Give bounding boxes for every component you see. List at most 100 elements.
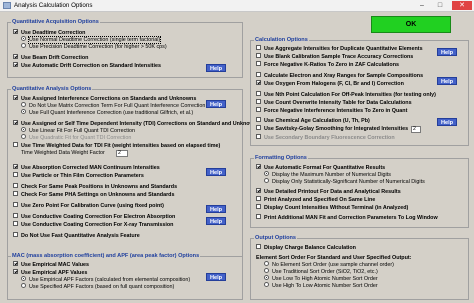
help-button[interactable]: Help — [206, 217, 226, 225]
count-overwrite-checkbox[interactable]: Use Count Overwrite Intensity Table for … — [256, 99, 412, 107]
maximize-button[interactable]: □ — [432, 1, 448, 10]
print-same-line-checkbox[interactable]: Print Analyzed and Specified On Same Lin… — [256, 196, 375, 204]
pha-checkbox[interactable]: Check For Same PHA Settings on Unknowns … — [13, 191, 174, 199]
no-fast-quant-checkbox[interactable]: Do Not Use Fast Quantitative Analysis Fe… — [13, 232, 140, 240]
beam-drift-checkbox[interactable]: Use Beam Drift Correction — [13, 54, 89, 62]
tdi-quadratic-label: Use Quadratic Fit for Quant TDI Correcti… — [29, 135, 132, 141]
blank-correction-checkbox[interactable]: Use Blank Calibration Sample Trace Accur… — [256, 53, 413, 61]
assigned-tdi-checkbox[interactable]: Use Assigned or Self Time Dependent Inte… — [13, 120, 261, 128]
help-button[interactable]: Help — [206, 273, 226, 281]
force-negative-interference-checkbox[interactable]: Force Negative Interference Intensities … — [256, 107, 407, 115]
tdi-weighted-checkbox[interactable]: Use Time Weighted Data for TDI Fit (weig… — [13, 142, 220, 150]
radio-icon — [21, 43, 26, 49]
auto-format-checkbox[interactable]: Use Automatic Format For Quantitative Re… — [256, 164, 385, 172]
display-count-intensities-checkbox[interactable]: Display Count Intensities Without Termin… — [256, 204, 408, 212]
assigned-interference-checkbox[interactable]: Use Assigned Interference Corrections on… — [13, 95, 196, 103]
checkbox-icon — [13, 62, 18, 68]
display-max-digits-radio[interactable]: Display the Maximum Number of Numerical … — [264, 171, 391, 179]
detailed-printout-checkbox[interactable]: Use Detailed Printout For Data and Analy… — [256, 188, 401, 196]
tdi-linear-radio[interactable]: Use Linear Fit For Full Quant TDI Correc… — [21, 127, 135, 135]
nth-point-checkbox[interactable]: Use Nth Point Calculation For Off-Peak I… — [256, 91, 436, 99]
tdi-quadratic-radio[interactable]: Use Quadratic Fit for Quant TDI Correcti… — [21, 134, 132, 142]
checkbox-icon — [13, 191, 18, 197]
count-overwrite-label: Use Count Overwrite Intensity Table for … — [264, 100, 412, 106]
no-fast-quant-label: Do Not Use Fast Quantitative Analysis Fe… — [21, 233, 140, 239]
radio-icon — [21, 102, 26, 108]
checkbox-icon — [13, 269, 18, 275]
conductive-absorption-checkbox[interactable]: Use Conductive Coating Correction For El… — [13, 213, 175, 221]
checkbox-icon — [13, 232, 18, 238]
minimize-button[interactable]: – — [414, 1, 430, 10]
sort-high-low-radio[interactable]: Use High To Low Atomic Number Sort Order — [264, 282, 378, 290]
absorption-corrected-label: Use Absorption Corrected MAN Continuum I… — [21, 165, 160, 171]
empirical-mac-checkbox[interactable]: Use Empirical MAC Values — [13, 261, 89, 269]
sort-traditional-radio[interactable]: Use Traditional Sort Order (SiO2, TiO2, … — [264, 268, 378, 276]
radio-icon — [21, 283, 26, 289]
sort-high-low-label: Use High To Low Atomic Number Sort Order — [272, 283, 378, 289]
checkbox-icon — [256, 196, 261, 202]
ok-button[interactable]: OK — [371, 16, 451, 33]
sort-none-radio[interactable]: No Element Sort Order (use sample channe… — [264, 261, 394, 269]
checkbox-icon — [256, 244, 261, 250]
electron-xray-ranges-checkbox[interactable]: Calculate Electron and Xray Ranges for S… — [256, 72, 424, 80]
quant-analysis-title: Quantitative Analysis Options — [11, 86, 93, 92]
sort-traditional-label: Use Traditional Sort Order (SiO2, TiO2, … — [272, 269, 378, 275]
apf-calculated-radio[interactable]: Use Empirical APF Factors (calculated fr… — [21, 276, 191, 284]
same-peak-checkbox[interactable]: Check For Same Peak Positions in Unknown… — [13, 183, 178, 191]
window-title: Analysis Calculation Options — [14, 2, 93, 9]
assigned-tdi-label: Use Assigned or Self Time Dependent Inte… — [21, 121, 261, 127]
checkbox-icon — [256, 164, 261, 170]
zero-point-label: Use Zero Point For Calibration Curve (us… — [21, 203, 164, 209]
sort-low-high-label: Use Low To High Atomic Number Sort Order — [272, 276, 378, 282]
radio-icon — [264, 268, 269, 274]
conductive-xray-checkbox[interactable]: Use Conductive Coating Correction For X-… — [13, 221, 173, 229]
checkbox-icon — [256, 188, 261, 194]
zero-point-checkbox[interactable]: Use Zero Point For Calibration Curve (us… — [13, 202, 164, 210]
charge-balance-checkbox[interactable]: Display Charge Balance Calculation — [256, 244, 356, 252]
savitzky-golay-input[interactable]: 2 — [411, 126, 421, 133]
tdi-linear-label: Use Linear Fit For Full Quant TDI Correc… — [29, 128, 135, 134]
interference-matrix-radio[interactable]: Use Full Quant Interference Correction (… — [21, 109, 193, 117]
help-button[interactable]: Help — [437, 77, 457, 85]
help-button[interactable]: Help — [206, 64, 226, 72]
absorption-corrected-checkbox[interactable]: Use Absorption Corrected MAN Continuum I… — [13, 164, 160, 172]
sort-none-label: No Element Sort Order (use sample channe… — [272, 262, 394, 268]
close-button[interactable]: ✕ — [452, 1, 472, 10]
help-button[interactable]: Help — [437, 48, 457, 56]
particle-label: Use Particle or Thin Film Correction Par… — [21, 173, 144, 179]
precision-deadtime-radio[interactable]: Use Precision Deadtime Correction (for h… — [21, 43, 167, 51]
help-button[interactable]: Help — [206, 205, 226, 213]
beam-drift-label: Use Beam Drift Correction — [21, 55, 89, 61]
apf-calculated-label: Use Empirical APF Factors (calculated fr… — [29, 277, 191, 283]
auto-drift-checkbox[interactable]: Use Automatic Drift Correction on Standa… — [13, 62, 161, 70]
radio-icon — [21, 134, 26, 140]
interference-no-matrix-radio[interactable]: Do Not Use Matrix Correction Term For Fu… — [21, 102, 205, 110]
checkbox-icon — [256, 72, 261, 78]
print-additional-checkbox[interactable]: Print Additional MAN Fit and Correction … — [256, 214, 438, 222]
oxygen-halogen-checkbox[interactable]: Use Oxygen From Halogens (F, Cl, Br and … — [256, 80, 404, 88]
secondary-boundary-checkbox[interactable]: Use Secondary Boundary Fluorescence Corr… — [256, 134, 395, 142]
chemical-age-checkbox[interactable]: Use Chemical Age Calculation (U, Th, Pb) — [256, 117, 370, 125]
sort-low-high-radio[interactable]: Use Low To High Atomic Number Sort Order — [264, 275, 378, 283]
checkbox-icon — [256, 214, 261, 220]
checkbox-icon — [256, 80, 261, 86]
help-button[interactable]: Help — [437, 118, 457, 126]
app-icon — [3, 2, 11, 9]
display-significant-digits-radio[interactable]: Display Only Statistically-Significant N… — [264, 178, 425, 186]
aggregate-checkbox[interactable]: Use Aggregate Intensities for Duplicate … — [256, 45, 423, 53]
checkbox-icon — [256, 125, 261, 131]
force-negative-checkbox[interactable]: Force Negative K-Ratios To Zero in ZAF C… — [256, 61, 399, 69]
electron-xray-ranges-label: Calculate Electron and Xray Ranges for S… — [264, 73, 424, 79]
checkbox-icon — [256, 91, 261, 97]
display-max-digits-label: Display the Maximum Number of Numerical … — [272, 172, 391, 178]
tdi-factor-input[interactable]: 2 — [116, 150, 128, 157]
checkbox-icon — [256, 99, 261, 105]
apf-specified-radio[interactable]: Use Specified APF Factors (based on full… — [21, 283, 174, 291]
normal-deadtime-radio[interactable]: Use Normal Deadtime Correction (single t… — [21, 36, 162, 44]
same-peak-label: Check For Same Peak Positions in Unknown… — [21, 184, 178, 190]
help-button[interactable]: Help — [206, 100, 226, 108]
help-button[interactable]: Help — [206, 168, 226, 176]
particle-checkbox[interactable]: Use Particle or Thin Film Correction Par… — [13, 172, 144, 180]
mac-apf-title: MAC (mass absorption coefficient) and AP… — [11, 253, 201, 259]
savitzky-golay-checkbox[interactable]: Use Savitsky-Golay Smoothing for Integra… — [256, 125, 408, 133]
